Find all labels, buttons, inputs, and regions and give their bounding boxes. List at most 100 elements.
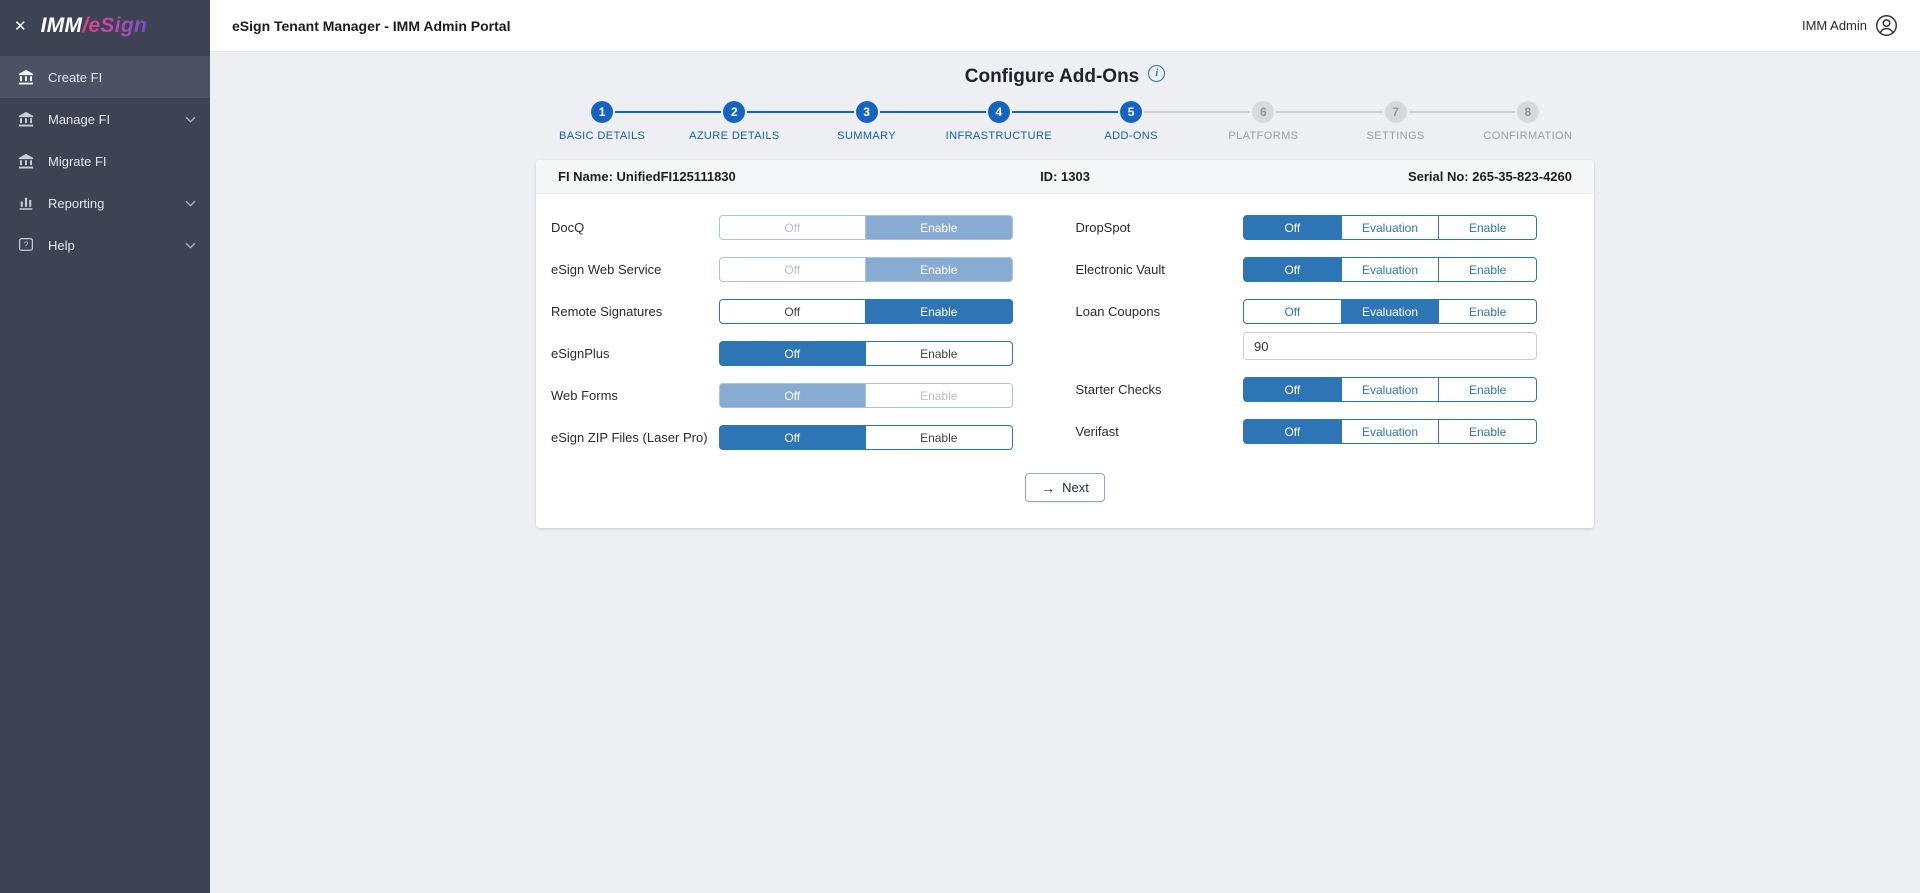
esign-web-service-option-off: Off bbox=[718, 257, 866, 282]
step-basic-details[interactable]: 1 BASIC DETAILS bbox=[536, 101, 668, 142]
addon-row-dropspot: DropSpot Off Evaluation Enable bbox=[1076, 215, 1538, 240]
step-label: PLATFORMS bbox=[1228, 130, 1299, 142]
sidebar-item-label: Help bbox=[48, 237, 75, 253]
bank-icon bbox=[16, 67, 36, 87]
addon-row-esign-web-service: eSign Web Service Off Enable bbox=[551, 257, 1013, 282]
starter-checks-option-off[interactable]: Off bbox=[1243, 377, 1342, 402]
addon-label: DocQ bbox=[551, 220, 585, 235]
sidebar-item-create-fi[interactable]: Create FI bbox=[0, 56, 210, 98]
docq-toggle: Off Enable bbox=[718, 215, 1013, 240]
starter-checks-option-evaluation[interactable]: Evaluation bbox=[1341, 377, 1440, 402]
verifast-option-off[interactable]: Off bbox=[1243, 419, 1342, 444]
svg-text:?: ? bbox=[24, 240, 29, 249]
dropspot-option-evaluation[interactable]: Evaluation bbox=[1341, 215, 1440, 240]
dropspot-option-off[interactable]: Off bbox=[1243, 215, 1342, 240]
step-number: 7 bbox=[1384, 101, 1407, 123]
step-infrastructure[interactable]: 4 INFRASTRUCTURE bbox=[879, 101, 1065, 142]
esign-zip-files-laser-pro-option-enable[interactable]: Enable bbox=[866, 425, 1013, 450]
user-icon bbox=[1875, 14, 1898, 37]
addon-label: eSign Web Service bbox=[551, 262, 662, 277]
logo-imm: IMM bbox=[40, 14, 83, 37]
step-confirmation[interactable]: 8 CONFIRMATION bbox=[1408, 101, 1594, 142]
user-name: IMM Admin bbox=[1801, 18, 1867, 33]
fi-serial: Serial No: 265-35-823-4260 bbox=[1407, 169, 1572, 184]
step-number: 2 bbox=[723, 101, 746, 123]
step-azure-details[interactable]: 2 AZURE DETAILS bbox=[615, 101, 800, 142]
sidebar-item-help[interactable]: ? Help bbox=[0, 224, 210, 266]
addon-row-docq: DocQ Off Enable bbox=[551, 215, 1013, 240]
step-add-ons[interactable]: 5 ADD-ONS bbox=[1011, 101, 1197, 142]
sidebar-item-reporting[interactable]: Reporting bbox=[0, 182, 210, 224]
fi-name: FI Name: UnifiedFI125111830 bbox=[558, 169, 736, 184]
addon-label: Verifast bbox=[1075, 424, 1119, 439]
web-forms-toggle: Off Enable bbox=[718, 383, 1013, 408]
sidebar-item-migrate-fi[interactable]: Migrate FI bbox=[0, 140, 210, 182]
remote-signatures-option-enable[interactable]: Enable bbox=[866, 299, 1013, 324]
addon-row-starter-checks: Starter Checks Off Evaluation Enable bbox=[1076, 377, 1538, 402]
web-forms-option-enable: Enable bbox=[866, 383, 1013, 408]
sidebar-item-label: Create FI bbox=[48, 69, 103, 85]
verifast-option-evaluation[interactable]: Evaluation bbox=[1341, 419, 1440, 444]
loan-coupons-option-off[interactable]: Off bbox=[1243, 299, 1342, 324]
docq-option-enable: Enable bbox=[866, 215, 1013, 240]
fi-summary-bar: FI Name: UnifiedFI125111830 ID: 1303 Ser… bbox=[536, 160, 1594, 194]
electronic-vault-toggle: Off Evaluation Enable bbox=[1243, 257, 1538, 282]
electronic-vault-option-off[interactable]: Off bbox=[1243, 257, 1342, 282]
arrow-right-icon: → bbox=[1041, 479, 1056, 496]
sidebar-item-manage-fi[interactable]: Manage FI bbox=[0, 98, 210, 140]
sidebar-menu: Create FI Manage FI Migrate FI Reporting? He… bbox=[0, 56, 210, 266]
remote-signatures-option-off[interactable]: Off bbox=[718, 299, 866, 324]
remote-signatures-toggle: Off Enable bbox=[718, 299, 1013, 324]
addon-label: eSign ZIP Files (Laser Pro) bbox=[551, 430, 708, 445]
step-number: 1 bbox=[591, 101, 614, 123]
app-logo: IMM/eSign bbox=[41, 14, 148, 38]
step-number: 3 bbox=[855, 101, 878, 123]
window-title: eSign Tenant Manager - IMM Admin Portal bbox=[232, 17, 511, 34]
chevron-down-icon bbox=[185, 116, 196, 123]
help-icon: ? bbox=[16, 235, 36, 255]
esignplus-option-off[interactable]: Off bbox=[718, 341, 866, 366]
fi-id: ID: 1303 bbox=[1040, 169, 1090, 184]
loan-coupons-option-evaluation[interactable]: Evaluation bbox=[1341, 299, 1440, 324]
step-label: ADD-ONS bbox=[1104, 130, 1158, 142]
add-ons-card: FI Name: UnifiedFI125111830 ID: 1303 Ser… bbox=[536, 160, 1594, 528]
user-menu[interactable]: IMM Admin bbox=[1802, 14, 1898, 37]
step-summary[interactable]: 3 SUMMARY bbox=[747, 101, 933, 142]
addon-label: Loan Coupons bbox=[1075, 304, 1161, 319]
electronic-vault-option-enable[interactable]: Enable bbox=[1439, 257, 1538, 282]
loan-coupons-option-enable[interactable]: Enable bbox=[1439, 299, 1538, 324]
sidebar-item-label: Migrate FI bbox=[48, 153, 107, 169]
close-icon[interactable]: ✕ bbox=[14, 19, 27, 34]
starter-checks-option-enable[interactable]: Enable bbox=[1439, 377, 1538, 402]
step-settings[interactable]: 7 SETTINGS bbox=[1276, 101, 1462, 142]
chart-icon bbox=[16, 193, 36, 213]
info-icon[interactable]: i bbox=[1148, 64, 1166, 82]
verifast-option-enable[interactable]: Enable bbox=[1439, 419, 1538, 444]
addon-label: Web Forms bbox=[551, 388, 618, 403]
dropspot-toggle: Off Evaluation Enable bbox=[1243, 215, 1538, 240]
addon-label: Remote Signatures bbox=[551, 304, 663, 319]
web-forms-option-off: Off bbox=[718, 383, 866, 408]
addon-label: Starter Checks bbox=[1075, 382, 1162, 397]
esign-zip-files-laser-pro-option-off[interactable]: Off bbox=[718, 425, 866, 450]
next-button[interactable]: → Next bbox=[1025, 473, 1105, 502]
dropspot-option-enable[interactable]: Enable bbox=[1439, 215, 1538, 240]
step-number: 8 bbox=[1516, 101, 1539, 123]
electronic-vault-option-evaluation[interactable]: Evaluation bbox=[1341, 257, 1440, 282]
esign-zip-files-laser-pro-toggle: Off Enable bbox=[718, 425, 1013, 450]
addon-label: DropSpot bbox=[1075, 220, 1131, 235]
esignplus-option-enable[interactable]: Enable bbox=[866, 341, 1013, 366]
starter-checks-toggle: Off Evaluation Enable bbox=[1243, 377, 1538, 402]
sidebar: ✕ IMM/eSign Create FI Manage FI Migrate FI… bbox=[0, 0, 210, 893]
addon-row-electronic-vault: Electronic Vault Off Evaluation Enable bbox=[1076, 257, 1538, 282]
loan-coupons-input[interactable] bbox=[1243, 332, 1537, 360]
chevron-down-icon bbox=[185, 242, 196, 249]
esignplus-toggle: Off Enable bbox=[718, 341, 1013, 366]
step-platforms[interactable]: 6 PLATFORMS bbox=[1144, 101, 1329, 142]
addon-row-web-forms: Web Forms Off Enable bbox=[551, 383, 1013, 408]
docq-option-off: Off bbox=[718, 215, 866, 240]
top-bar: eSign Tenant Manager - IMM Admin Portal … bbox=[210, 0, 1920, 52]
page-title: Configure Add-Ons bbox=[964, 66, 1140, 87]
loan-coupons-toggle: Off Evaluation Enable bbox=[1243, 299, 1538, 324]
addon-row-esignplus: eSignPlus Off Enable bbox=[551, 341, 1013, 366]
